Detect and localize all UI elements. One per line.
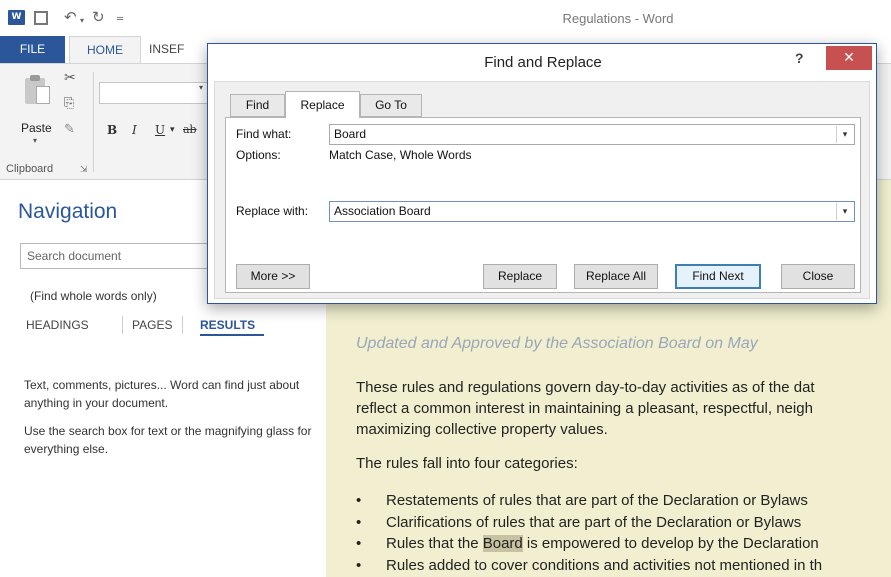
cut-icon[interactable]: ✂: [64, 70, 76, 86]
replace-dropdown-icon[interactable]: ▾: [836, 203, 853, 220]
replace-button[interactable]: Replace: [483, 264, 557, 289]
tab-find-label: Find: [245, 98, 270, 112]
options-label: Options:: [236, 148, 281, 162]
search-match-highlight: Board: [482, 535, 523, 552]
help-paragraph-1: Text, comments, pictures... Word can fin…: [24, 378, 300, 410]
find-what-label: Find what:: [236, 127, 292, 141]
paragraph-line: reflect a common interest in maintaining…: [356, 400, 813, 417]
tab-pages[interactable]: PAGES: [132, 318, 172, 332]
paragraph-line: These rules and regulations govern day-t…: [356, 379, 815, 396]
navigation-help-text: Text, comments, pictures... Word can fin…: [24, 376, 314, 468]
document-heading: Updated and Approved by the Association …: [356, 335, 758, 352]
tab-divider: [182, 316, 183, 334]
more-button[interactable]: More >>: [236, 264, 310, 289]
title-bar: W ↶ ▾ ↻ ═ Regulations - Word: [0, 0, 891, 36]
paste-dropdown-icon[interactable]: ▾: [33, 136, 37, 145]
paragraph-line: maximizing collective property values.: [356, 421, 608, 438]
replace-panel: Find what: Board ▾ Options: Match Case, …: [225, 117, 861, 293]
paste-icon[interactable]: [22, 72, 52, 106]
tab-file[interactable]: FILE: [0, 36, 65, 63]
underline-dropdown-icon[interactable]: ▾: [170, 125, 175, 135]
replace-all-button[interactable]: Replace All: [574, 264, 658, 289]
list-item-text: Rules that the: [386, 535, 483, 552]
bold-button[interactable]: B: [107, 123, 117, 137]
navigation-title: Navigation: [18, 200, 118, 223]
tab-divider: [122, 316, 123, 334]
dialog-launcher-icon[interactable]: ⇲: [80, 165, 88, 175]
font-dropdown-icon[interactable]: ▾: [199, 83, 203, 92]
close-button[interactable]: Close: [781, 264, 855, 289]
tab-replace-label: Replace: [300, 98, 345, 112]
tab-results[interactable]: RESULTS: [200, 318, 255, 332]
copy-icon[interactable]: ⎘: [64, 96, 74, 111]
list-item: Clarifications of rules that are part of…: [356, 512, 822, 534]
whole-words-note: (Find whole words only): [30, 289, 157, 303]
find-next-button[interactable]: Find Next: [675, 264, 761, 289]
tab-headings[interactable]: HEADINGS: [26, 318, 89, 332]
italic-button[interactable]: I: [132, 123, 137, 137]
tab-replace[interactable]: Replace: [285, 91, 360, 118]
list-item-text: is empowered to develop by the Declarati…: [522, 535, 819, 552]
list-item: Restatements of rules that are part of t…: [356, 490, 822, 512]
tab-find[interactable]: Find: [230, 94, 285, 117]
strikethrough-button[interactable]: ab: [183, 123, 197, 136]
underline-button[interactable]: U: [155, 123, 165, 137]
document-bullet-list: Restatements of rules that are part of t…: [356, 490, 822, 576]
active-tab-indicator: [200, 334, 264, 336]
search-document-input[interactable]: Search document: [20, 243, 230, 269]
help-paragraph-2: Use the search box for text or the magni…: [24, 424, 312, 456]
paste-button-label[interactable]: Paste: [21, 121, 52, 135]
document-paragraph: These rules and regulations govern day-t…: [356, 377, 891, 440]
find-what-value: Board: [334, 127, 367, 141]
list-item: Rules that the Board is empowered to dev…: [356, 533, 822, 555]
tab-insert[interactable]: INSEF: [149, 36, 184, 63]
dialog-title: Find and Replace: [484, 54, 602, 71]
replace-with-value: Association Board: [334, 204, 431, 218]
list-item: Rules added to cover conditions and acti…: [356, 555, 822, 577]
dialog-body: Find Replace Go To Find what: Board ▾ Op…: [214, 81, 870, 299]
help-icon[interactable]: ?: [795, 50, 804, 66]
window-title: Regulations - Word: [562, 11, 674, 26]
find-dropdown-icon[interactable]: ▾: [836, 126, 853, 143]
find-what-input[interactable]: Board ▾: [329, 124, 855, 145]
group-divider: [93, 72, 94, 172]
replace-with-input[interactable]: Association Board ▾: [329, 201, 855, 222]
format-painter-icon[interactable]: ✎: [64, 122, 75, 137]
document-paragraph: The rules fall into four categories:: [356, 455, 578, 472]
clipboard-group-label: Clipboard: [6, 163, 54, 175]
tab-home[interactable]: HOME: [69, 36, 141, 64]
replace-with-label: Replace with:: [236, 204, 309, 218]
close-icon[interactable]: ✕: [826, 46, 872, 70]
options-value: Match Case, Whole Words: [329, 148, 472, 162]
find-replace-dialog: Find and Replace ? ✕ Find Replace Go To …: [207, 43, 877, 304]
tab-goto[interactable]: Go To: [360, 94, 422, 117]
tab-goto-label: Go To: [375, 98, 407, 112]
